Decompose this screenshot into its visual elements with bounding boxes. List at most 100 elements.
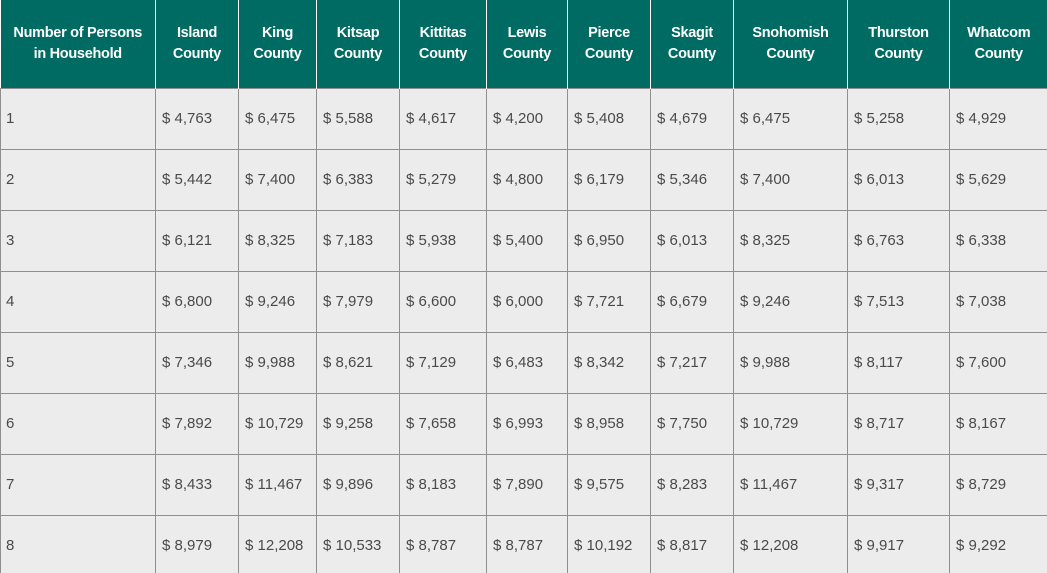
skagit-cell: $ 7,750 xyxy=(650,393,734,455)
island-cell: $ 4,763 xyxy=(155,87,239,150)
kitsap-cell: $ 5,588 xyxy=(316,87,400,150)
king-cell: $ 9,246 xyxy=(238,271,317,333)
column-header-kitsap: Kitsap County xyxy=(316,0,400,88)
column-header-lewis: Lewis County xyxy=(486,0,568,88)
king-cell: $ 12,208 xyxy=(238,515,317,573)
household-size-cell: 2 xyxy=(0,149,156,211)
table-row: 3 $ 6,121 $ 8,325 $ 7,183 $ 5,938 $ 5,400 $ 6,… xyxy=(0,210,1047,272)
kitsap-cell: $ 10,533 xyxy=(316,515,400,573)
kittitas-cell: $ 4,617 xyxy=(399,87,487,150)
king-cell: $ 7,400 xyxy=(238,149,317,211)
kittitas-cell: $ 8,787 xyxy=(399,515,487,573)
kitsap-cell: $ 6,383 xyxy=(316,149,400,211)
pierce-cell: $ 9,575 xyxy=(567,454,651,516)
household-size-cell: 7 xyxy=(0,454,156,516)
column-header-line: County xyxy=(253,45,302,62)
column-header-line: Lewis xyxy=(507,24,547,41)
column-header-line: Island xyxy=(176,24,218,41)
column-header-line: Skagit xyxy=(671,24,713,41)
column-header-line: in Household xyxy=(33,45,123,62)
kittitas-cell: $ 5,279 xyxy=(399,149,487,211)
column-header-line: King xyxy=(261,24,293,41)
column-header-thurston: Thurston County xyxy=(847,0,950,88)
table-row: 7 $ 8,433 $ 11,467 $ 9,896 $ 8,183 $ 7,890 $ 9… xyxy=(0,454,1047,516)
pierce-cell: $ 6,950 xyxy=(567,210,651,272)
skagit-cell: $ 7,217 xyxy=(650,332,734,394)
income-limits-table: Number of Persons in Household Island Coun… xyxy=(0,0,1047,573)
lewis-cell: $ 8,787 xyxy=(486,515,568,573)
household-size-cell: 4 xyxy=(0,271,156,333)
column-header-skagit: Skagit County xyxy=(650,0,734,88)
column-header-line: Snohomish xyxy=(752,24,829,41)
whatcom-cell: $ 7,038 xyxy=(949,271,1047,333)
king-cell: $ 8,325 xyxy=(238,210,317,272)
kittitas-cell: $ 7,129 xyxy=(399,332,487,394)
kitsap-cell: $ 8,621 xyxy=(316,332,400,394)
lewis-cell: $ 4,200 xyxy=(486,87,568,150)
thurston-cell: $ 8,117 xyxy=(847,332,950,394)
column-header-king: King County xyxy=(238,0,317,88)
king-cell: $ 10,729 xyxy=(238,393,317,455)
household-size-cell: 5 xyxy=(0,332,156,394)
column-header-line: Pierce xyxy=(588,24,630,41)
snohomish-cell: $ 6,475 xyxy=(733,87,848,150)
column-header-island: Island County xyxy=(155,0,239,88)
kitsap-cell: $ 7,183 xyxy=(316,210,400,272)
skagit-cell: $ 8,817 xyxy=(650,515,734,573)
pierce-cell: $ 7,721 xyxy=(567,271,651,333)
thurston-cell: $ 5,258 xyxy=(847,87,950,150)
kitsap-cell: $ 7,979 xyxy=(316,271,400,333)
king-cell: $ 11,467 xyxy=(238,454,317,516)
skagit-cell: $ 8,283 xyxy=(650,454,734,516)
pierce-cell: $ 8,342 xyxy=(567,332,651,394)
column-header-household-size: Number of Persons in Household xyxy=(0,0,156,88)
column-header-line: County xyxy=(766,45,815,62)
column-header-line: County xyxy=(333,45,383,62)
table-row: 5 $ 7,346 $ 9,988 $ 8,621 $ 7,129 $ 6,483 $ 8,… xyxy=(0,332,1047,394)
household-size-cell: 3 xyxy=(0,210,156,272)
island-cell: $ 6,800 xyxy=(155,271,239,333)
skagit-cell: $ 6,679 xyxy=(650,271,734,333)
household-size-cell: 8 xyxy=(0,515,156,573)
column-header-line: Number of Persons xyxy=(13,24,143,41)
kittitas-cell: $ 5,938 xyxy=(399,210,487,272)
island-cell: $ 6,121 xyxy=(155,210,239,272)
household-size-cell: 1 xyxy=(0,87,156,150)
skagit-cell: $ 6,013 xyxy=(650,210,734,272)
skagit-cell: $ 5,346 xyxy=(650,149,734,211)
snohomish-cell: $ 8,325 xyxy=(733,210,848,272)
thurston-cell: $ 8,717 xyxy=(847,393,950,455)
column-header-kittitas: Kittitas County xyxy=(399,0,487,88)
snohomish-cell: $ 9,988 xyxy=(733,332,848,394)
column-header-line: Whatcom xyxy=(967,24,1031,41)
column-header-line: County xyxy=(584,45,634,62)
island-cell: $ 7,892 xyxy=(155,393,239,455)
pierce-cell: $ 6,179 xyxy=(567,149,651,211)
whatcom-cell: $ 4,929 xyxy=(949,87,1047,150)
whatcom-cell: $ 8,167 xyxy=(949,393,1047,455)
island-cell: $ 7,346 xyxy=(155,332,239,394)
whatcom-cell: $ 7,600 xyxy=(949,332,1047,394)
whatcom-cell: $ 9,292 xyxy=(949,515,1047,573)
thurston-cell: $ 6,763 xyxy=(847,210,950,272)
column-header-whatcom: Whatcom County xyxy=(949,0,1047,88)
table-row: 4 $ 6,800 $ 9,246 $ 7,979 $ 6,600 $ 6,000 $ 7,… xyxy=(0,271,1047,333)
kittitas-cell: $ 6,600 xyxy=(399,271,487,333)
lewis-cell: $ 7,890 xyxy=(486,454,568,516)
kitsap-cell: $ 9,896 xyxy=(316,454,400,516)
kitsap-cell: $ 9,258 xyxy=(316,393,400,455)
island-cell: $ 8,979 xyxy=(155,515,239,573)
kittitas-cell: $ 7,658 xyxy=(399,393,487,455)
table-row: 2 $ 5,442 $ 7,400 $ 6,383 $ 5,279 $ 4,800 $ 6,… xyxy=(0,149,1047,211)
king-cell: $ 6,475 xyxy=(238,87,317,150)
header-row: Number of Persons in Household Island Coun… xyxy=(0,0,1047,88)
column-header-line: Kittitas xyxy=(419,24,467,41)
thurston-cell: $ 7,513 xyxy=(847,271,950,333)
column-header-line: Thurston xyxy=(868,24,929,41)
column-header-line: Kitsap xyxy=(336,24,380,41)
pierce-cell: $ 8,958 xyxy=(567,393,651,455)
column-header-line: County xyxy=(172,45,222,62)
column-header-line: County xyxy=(502,45,552,62)
snohomish-cell: $ 10,729 xyxy=(733,393,848,455)
kittitas-cell: $ 8,183 xyxy=(399,454,487,516)
